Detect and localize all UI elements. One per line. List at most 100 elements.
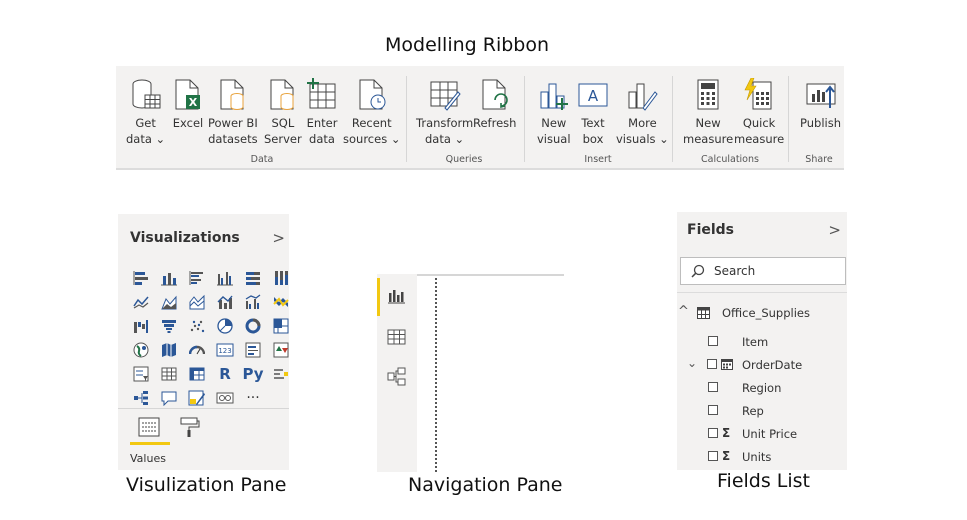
- field-checkbox[interactable]: [708, 451, 718, 461]
- transform-data-label-1: Transform: [416, 116, 474, 130]
- refresh-button[interactable]: Refresh: [473, 78, 516, 131]
- field-checkbox[interactable]: [708, 336, 718, 346]
- recent-sources-button[interactable]: Recent sources ⌄: [343, 78, 400, 147]
- field-row[interactable]: Σ Unit Price: [677, 424, 847, 444]
- fields-divider: [677, 292, 847, 293]
- collapse-chevron-icon[interactable]: >: [828, 221, 841, 239]
- enter-data-label-1: Enter: [306, 116, 338, 130]
- calculator-icon: [697, 79, 719, 110]
- collapse-table-chevron-icon[interactable]: ^: [678, 304, 689, 319]
- funnel-chart-icon[interactable]: [155, 314, 183, 338]
- text-box-button[interactable]: A Text box: [577, 78, 609, 147]
- filled-map-icon[interactable]: [155, 338, 183, 362]
- map-icon[interactable]: [127, 338, 155, 362]
- table-icon[interactable]: [155, 362, 183, 386]
- excel-button[interactable]: X Excel: [172, 78, 204, 131]
- paginated-report-icon[interactable]: [211, 386, 239, 410]
- area-chart-icon[interactable]: [155, 290, 183, 314]
- new-measure-button[interactable]: New measure: [683, 78, 733, 147]
- key-influencers-icon[interactable]: [267, 362, 295, 386]
- matrix-icon[interactable]: [183, 362, 211, 386]
- recent-sources-icon: [359, 79, 386, 110]
- search-icon: [691, 264, 705, 278]
- publish-button[interactable]: Publish: [800, 78, 841, 131]
- field-row[interactable]: Item: [677, 332, 847, 352]
- text-box-label-1: Text: [581, 116, 605, 130]
- stacked-bar-chart-icon[interactable]: [127, 266, 155, 290]
- svg-text:123: 123: [218, 347, 231, 355]
- new-visual-button[interactable]: New visual: [537, 78, 571, 147]
- more-visuals-button[interactable]: More visuals ⌄: [616, 78, 669, 147]
- field-row[interactable]: Rep: [677, 401, 847, 421]
- ribbon-chart-icon[interactable]: [267, 290, 295, 314]
- sql-server-button[interactable]: SQL Server: [264, 78, 302, 147]
- r-visual-icon[interactable]: R: [211, 362, 239, 386]
- scatter-chart-icon[interactable]: [183, 314, 211, 338]
- fields-well-tab[interactable]: [138, 416, 160, 442]
- slicer-icon[interactable]: [127, 362, 155, 386]
- field-checkbox[interactable]: [707, 359, 717, 369]
- 100-stacked-bar-chart-icon[interactable]: [239, 266, 267, 290]
- table-row[interactable]: ^ Office_Supplies: [677, 303, 847, 323]
- get-data-button[interactable]: Get data ⌄: [126, 78, 165, 147]
- line-chart-icon[interactable]: [127, 290, 155, 314]
- field-name: OrderDate: [742, 358, 803, 372]
- line-and-stacked-column-icon[interactable]: [211, 290, 239, 314]
- search-placeholder: Search: [714, 264, 756, 278]
- visualizations-pane: Visualizations > 123 R Py ··· Values: [118, 214, 289, 470]
- quick-measure-button[interactable]: Quick measure: [734, 78, 784, 147]
- stacked-area-chart-icon[interactable]: [183, 290, 211, 314]
- pie-chart-icon[interactable]: [211, 314, 239, 338]
- waterfall-chart-icon[interactable]: [127, 314, 155, 338]
- smart-narrative-icon[interactable]: [183, 386, 211, 410]
- r-visual-label: R: [219, 365, 231, 383]
- report-view-button[interactable]: [387, 287, 407, 309]
- model-view-button[interactable]: [387, 367, 407, 391]
- sql-server-label-2: Server: [264, 132, 302, 146]
- stacked-column-chart-icon[interactable]: [155, 266, 183, 290]
- clustered-column-chart-icon[interactable]: [211, 266, 239, 290]
- sql-server-label-1: SQL: [271, 116, 295, 130]
- new-visual-label-1: New: [541, 116, 567, 130]
- field-name: Item: [742, 335, 769, 349]
- kpi-icon[interactable]: [267, 338, 295, 362]
- treemap-icon[interactable]: [267, 314, 295, 338]
- field-row[interactable]: Σ Units: [677, 447, 847, 467]
- enter-data-button[interactable]: Enter data: [306, 78, 338, 147]
- more-visuals-label-1: More: [628, 116, 657, 130]
- card-icon[interactable]: 123: [211, 338, 239, 362]
- 100-stacked-column-chart-icon[interactable]: [267, 266, 295, 290]
- python-visual-label: Py: [242, 365, 264, 383]
- expand-chevron-icon[interactable]: ⌄: [687, 356, 697, 370]
- field-row[interactable]: Region: [677, 378, 847, 398]
- data-view-button[interactable]: [387, 328, 407, 350]
- qa-icon[interactable]: [155, 386, 183, 410]
- clustered-bar-chart-icon[interactable]: [183, 266, 211, 290]
- nav-pane-caption: Navigation Pane: [408, 474, 563, 496]
- field-row[interactable]: ⌄ OrderDate: [677, 355, 847, 375]
- field-checkbox[interactable]: [708, 428, 718, 438]
- decomposition-tree-icon[interactable]: [127, 386, 155, 410]
- gauge-icon[interactable]: [183, 338, 211, 362]
- paint-roller-icon: [180, 417, 200, 437]
- field-checkbox[interactable]: [708, 405, 718, 415]
- navigation-top-rule: [417, 274, 564, 276]
- multi-row-card-icon[interactable]: [239, 338, 267, 362]
- model-view-icon: [387, 367, 406, 386]
- viz-divider: [118, 408, 289, 409]
- powerbi-datasets-button[interactable]: Power BI datasets: [208, 78, 258, 147]
- format-tab[interactable]: [180, 416, 200, 442]
- table-icon: [697, 307, 710, 319]
- more-visuals-ellipsis-icon[interactable]: ···: [239, 386, 267, 410]
- transform-data-button[interactable]: Transform data ⌄: [416, 78, 473, 147]
- field-checkbox[interactable]: [708, 382, 718, 392]
- visual-types-grid: 123 R Py ···: [127, 266, 295, 410]
- powerbi-datasets-label-2: datasets: [208, 132, 258, 146]
- python-visual-icon[interactable]: Py: [239, 362, 267, 386]
- collapse-chevron-icon[interactable]: >: [272, 229, 285, 247]
- donut-chart-icon[interactable]: [239, 314, 267, 338]
- new-visual-icon: [540, 83, 568, 110]
- fields-search-input[interactable]: Search: [680, 257, 846, 285]
- line-and-clustered-column-icon[interactable]: [239, 290, 267, 314]
- ellipsis-label: ···: [246, 390, 260, 406]
